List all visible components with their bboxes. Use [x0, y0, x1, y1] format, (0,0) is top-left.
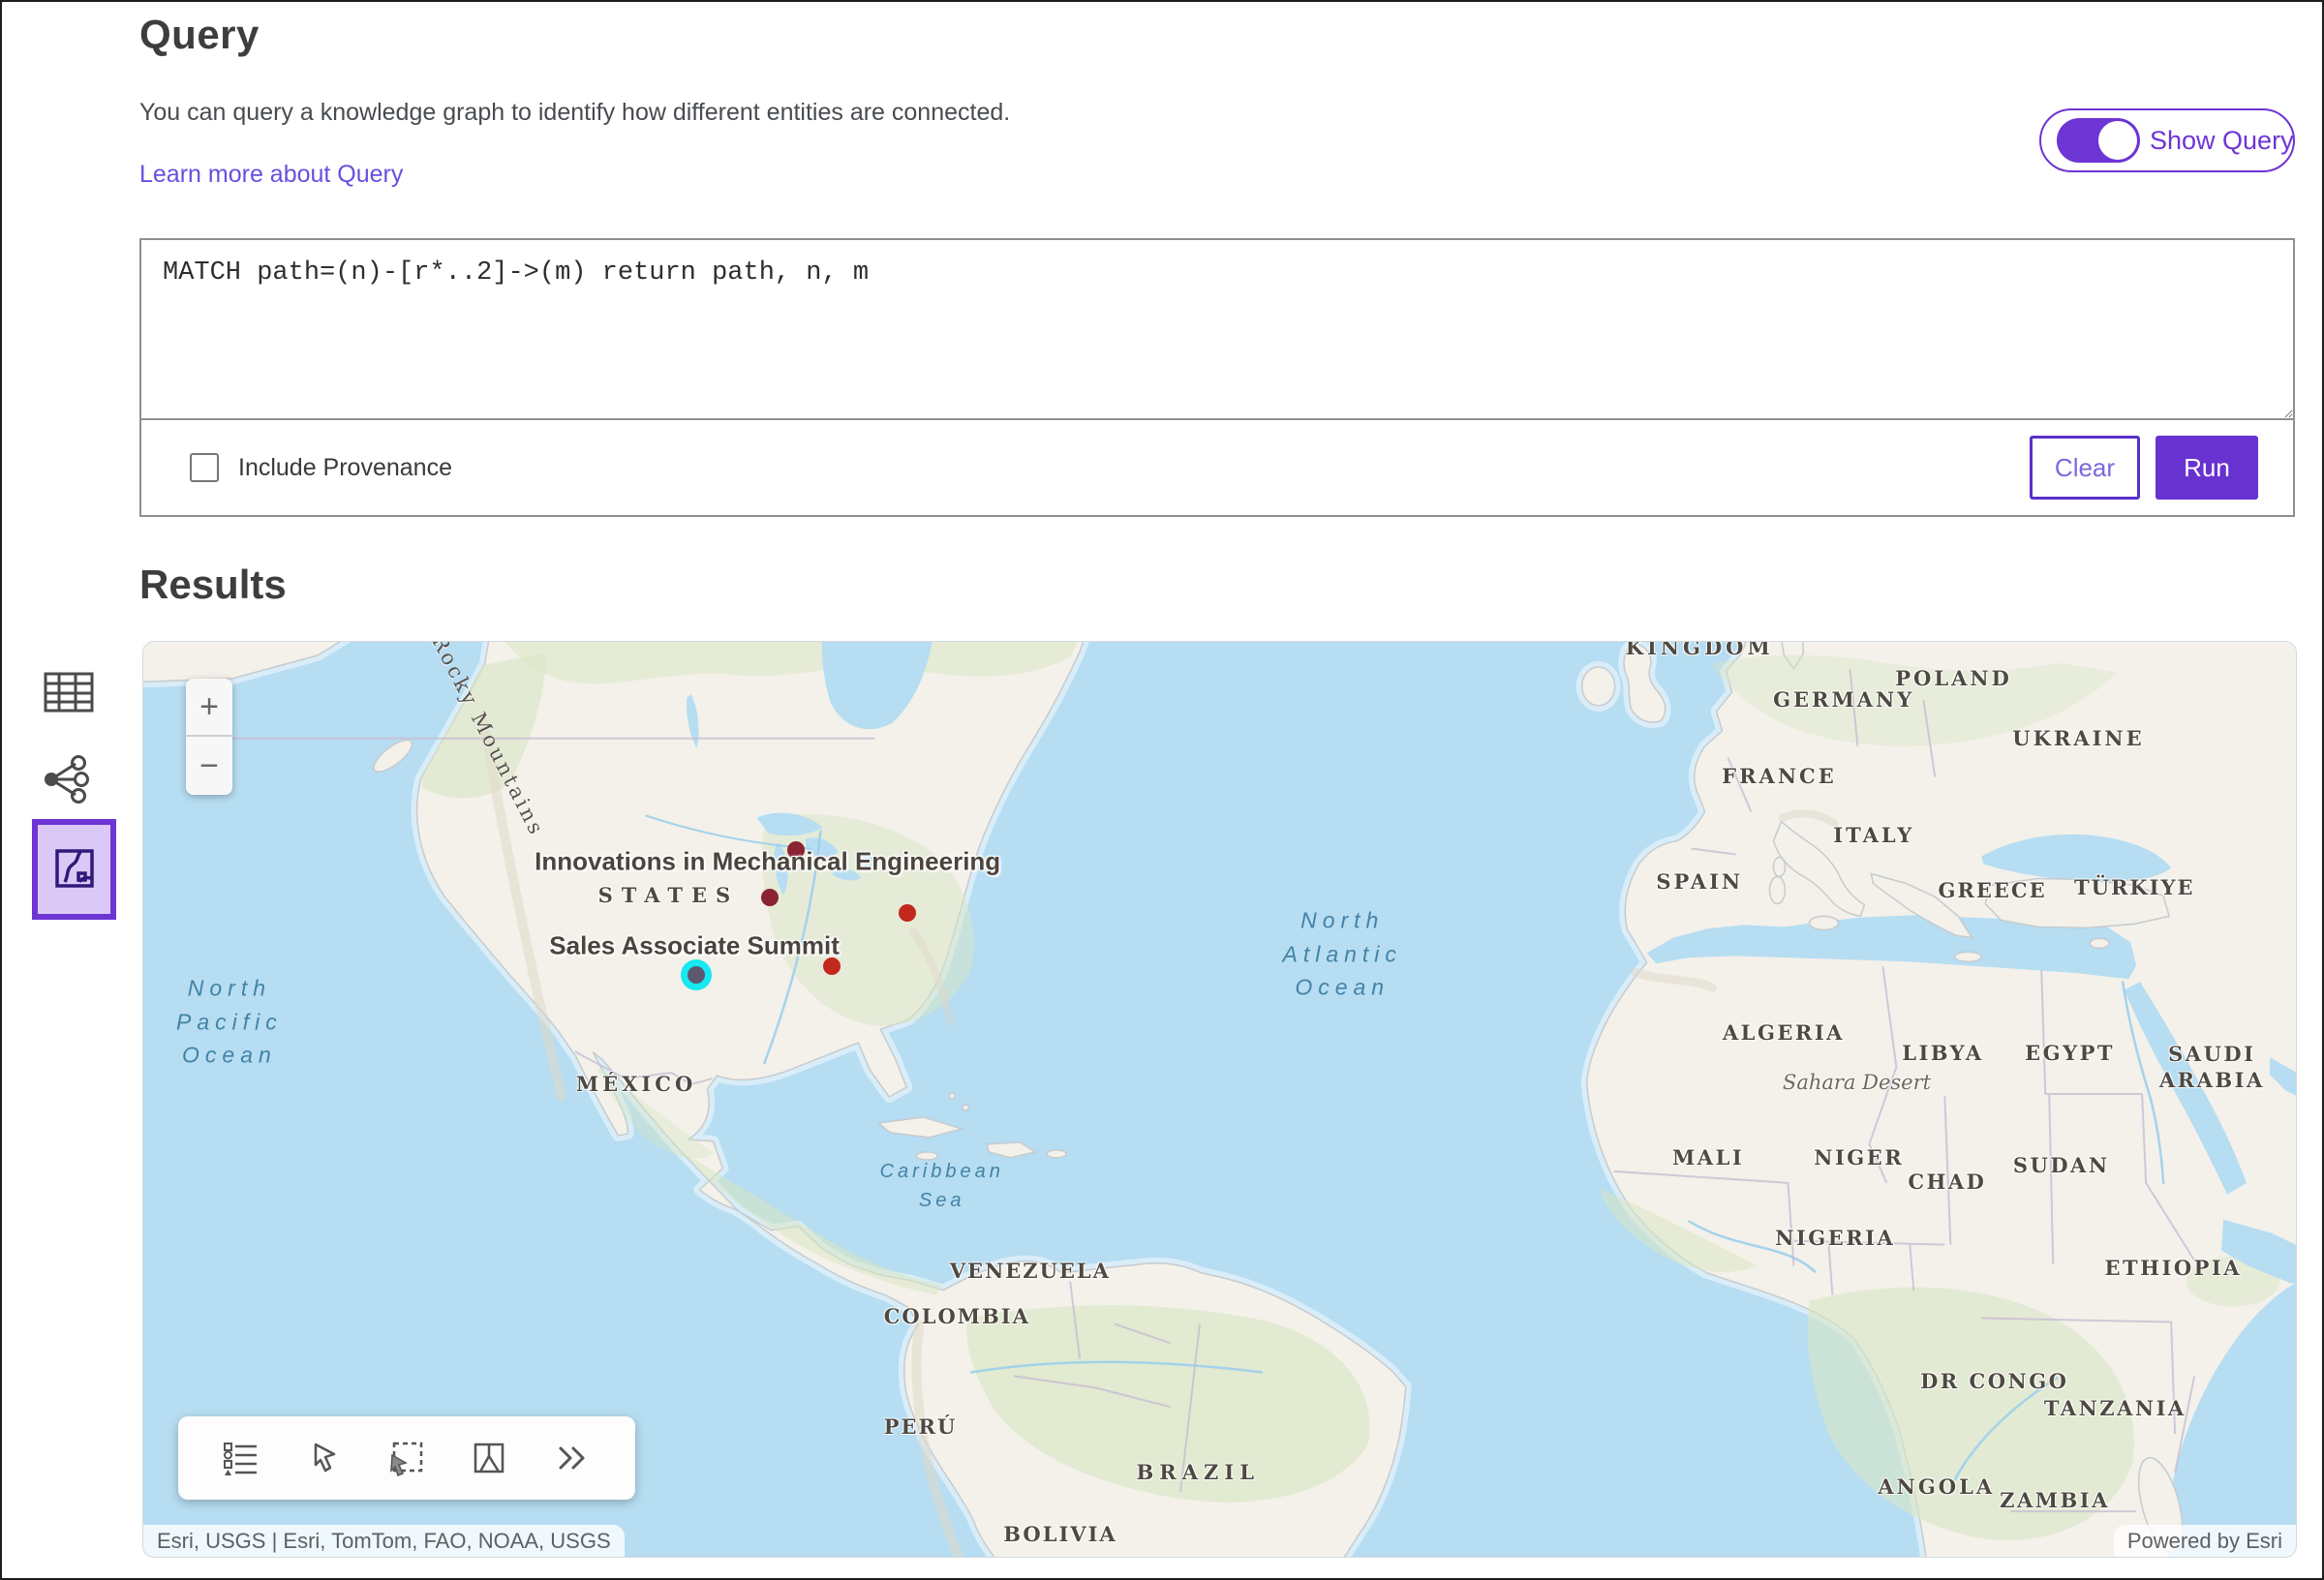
- map-place-label: BRAZIL: [1137, 1460, 1260, 1485]
- zoom-in-button[interactable]: +: [186, 679, 232, 737]
- zoom-out-button[interactable]: −: [186, 737, 232, 795]
- map-place-label: CHAD: [1908, 1170, 1986, 1195]
- map-place-label: Sahara Desert: [1783, 1071, 1931, 1094]
- map-place-label: LIBYA: [1902, 1041, 1983, 1066]
- map-place-label: ANGOLA: [1878, 1474, 1995, 1500]
- select-extent-icon[interactable]: [462, 1431, 516, 1485]
- map-zoom-control: + −: [186, 679, 232, 795]
- map-marker[interactable]: [761, 889, 779, 906]
- learn-more-link[interactable]: Learn more about Query: [139, 161, 403, 189]
- include-provenance-label: Include Provenance: [238, 454, 452, 482]
- map-marker[interactable]: [899, 904, 916, 922]
- map-marker-selected[interactable]: [688, 966, 705, 984]
- map-place-label: KINGDOM: [1626, 641, 1774, 660]
- map-place-label: GERMANY: [1773, 686, 1914, 712]
- map-place-label: PERÚ: [884, 1414, 958, 1440]
- page-title: Query: [139, 12, 260, 58]
- map-place-label: GREECE: [1938, 878, 2046, 903]
- query-page: Query You can query a knowledge graph to…: [0, 0, 2324, 1580]
- table-icon: [43, 703, 95, 717]
- map-place-label: ETHIOPIA: [2105, 1256, 2243, 1281]
- map-place-label: COLOMBIA: [884, 1304, 1030, 1329]
- page-description: You can query a knowledge graph to ident…: [139, 99, 1010, 127]
- map-place-label: NIGERIA: [1775, 1226, 1895, 1251]
- map-place-label: North Atlantic Ocean: [1282, 903, 1401, 1004]
- show-query-label: Show Query: [2150, 126, 2294, 156]
- run-button[interactable]: Run: [2156, 436, 2258, 500]
- map-place-label: ZAMBIA: [2000, 1488, 2110, 1513]
- show-query-toggle[interactable]: Show Query: [2039, 108, 2295, 172]
- map-place-label: NIGER: [1814, 1145, 1904, 1170]
- select-features-icon[interactable]: [380, 1431, 434, 1485]
- network-icon: [41, 793, 93, 807]
- map-place-label: UKRAINE: [2012, 726, 2144, 751]
- map-place-label: POLAND: [1895, 666, 2012, 691]
- map-place-label: MALI: [1672, 1145, 1744, 1170]
- pointer-icon[interactable]: [297, 1431, 352, 1485]
- map-place-label: BOLIVIA: [1003, 1522, 1116, 1547]
- map-event-label: Sales Associate Summit: [549, 930, 840, 960]
- map-toolbar: [178, 1416, 635, 1500]
- query-actions-bar: Include Provenance Clear Run: [141, 418, 2293, 515]
- map-place-label: SPAIN: [1656, 868, 1743, 894]
- map-place-label: Rocky Mountains: [427, 641, 549, 840]
- map-place-label: SAUDI ARABIA: [2159, 1042, 2265, 1093]
- graph-view-button[interactable]: [39, 753, 95, 807]
- expand-chevrons-icon[interactable]: [545, 1431, 599, 1485]
- map-place-label: MÉXICO: [576, 1072, 696, 1097]
- query-input[interactable]: MATCH path=(n)-[r*..2]->(m) return path,…: [141, 240, 2293, 418]
- map-place-label: VENEZUELA: [950, 1259, 1111, 1284]
- map-place-label: TANZANIA: [2044, 1396, 2186, 1421]
- query-editor-panel: MATCH path=(n)-[r*..2]->(m) return path,…: [139, 238, 2295, 517]
- map-place-label: FRANCE: [1722, 764, 1837, 789]
- map-place-label: ITALY: [1833, 823, 1914, 848]
- map-place-label: SUDAN: [2013, 1153, 2110, 1178]
- results-title: Results: [139, 562, 287, 608]
- table-view-button[interactable]: [41, 668, 97, 718]
- results-map[interactable]: KINGDOM POLANDGERMANY UKRAINE FRANCE ITALY SP…: [142, 641, 2297, 1558]
- legend-list-icon[interactable]: [214, 1431, 268, 1485]
- toggle-switch-icon[interactable]: [2057, 118, 2140, 163]
- powered-by-esri: Powered by Esri: [2114, 1525, 2296, 1557]
- map-place-label: STATES: [598, 883, 740, 908]
- map-place-label: ALGERIA: [1723, 1019, 1845, 1045]
- clear-button[interactable]: Clear: [2030, 436, 2140, 500]
- map-place-label: EGYPT: [2025, 1041, 2115, 1066]
- map-place-label: TÜRKIYE: [2074, 875, 2194, 900]
- map-icon: [52, 846, 97, 894]
- map-place-label: North Pacific Ocean: [176, 971, 283, 1072]
- map-place-label: DR CONGO: [1920, 1368, 2068, 1393]
- include-provenance-checkbox[interactable]: [190, 453, 219, 482]
- map-attribution: Esri, USGS | Esri, TomTom, FAO, NOAA, US…: [143, 1525, 625, 1557]
- map-place-label: Caribbean Sea: [880, 1157, 1004, 1215]
- map-event-label: Innovations in Mechanical Engineering: [535, 846, 1000, 876]
- map-view-button-selected[interactable]: [32, 819, 116, 920]
